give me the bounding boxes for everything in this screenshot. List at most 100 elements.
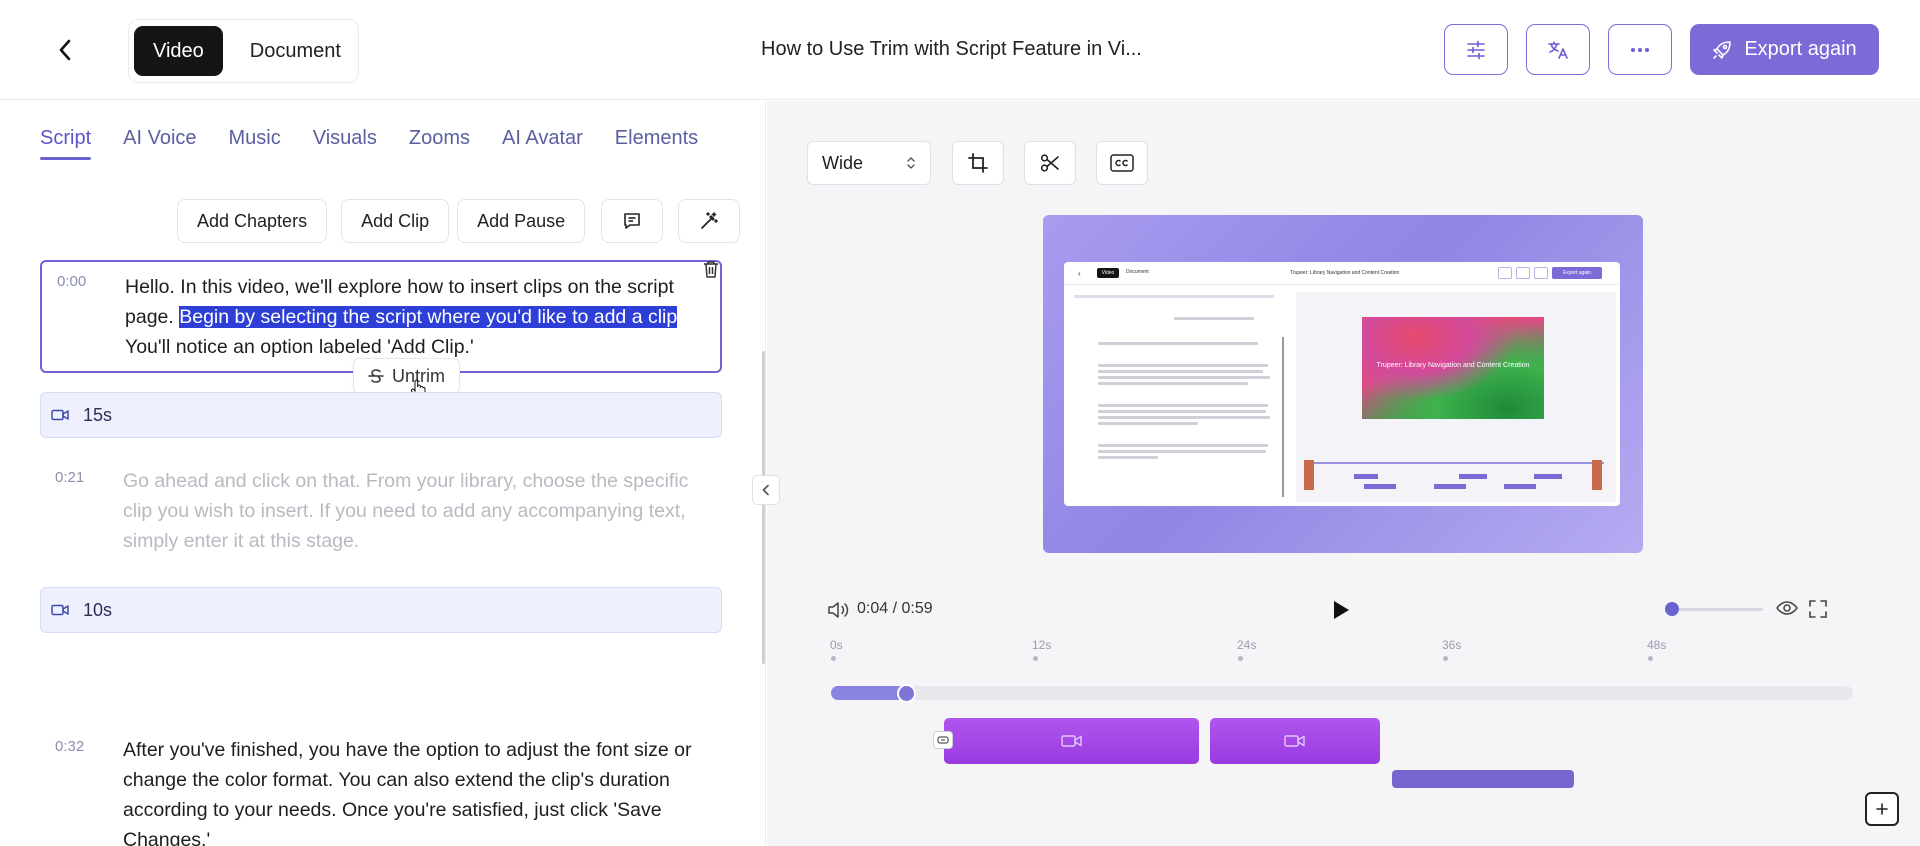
segment-text-selection[interactable]: Begin by selecting the script where you'… xyxy=(179,306,678,328)
ruler-tick: 12s xyxy=(1032,638,1052,661)
add-clip-button[interactable]: Add Clip xyxy=(341,199,450,243)
mini-tabs xyxy=(1074,295,1274,298)
segment-text[interactable]: Hello. In this video, we'll explore how … xyxy=(125,272,705,362)
tab-elements[interactable]: Elements xyxy=(615,127,698,160)
mini-button xyxy=(1498,267,1512,279)
tab-script[interactable]: Script xyxy=(40,127,92,160)
mode-document-button[interactable]: Document xyxy=(231,26,360,76)
mini-back-icon: ‹ xyxy=(1078,269,1081,278)
mini-text-line xyxy=(1098,376,1270,379)
delete-segment-button[interactable] xyxy=(700,258,722,280)
mini-clip xyxy=(1364,484,1396,489)
mini-text-line xyxy=(1098,422,1198,425)
eye-icon[interactable] xyxy=(1776,600,1798,616)
volume-slider[interactable] xyxy=(1665,602,1763,616)
chevron-left-icon xyxy=(59,39,71,61)
translate-button[interactable] xyxy=(1526,24,1590,75)
mini-clip xyxy=(1434,484,1466,489)
mini-clip xyxy=(1459,474,1487,479)
timeline-progress[interactable] xyxy=(831,684,1853,703)
playhead[interactable] xyxy=(897,684,916,703)
mini-clip xyxy=(1504,484,1536,489)
mini-text-line xyxy=(1098,370,1263,373)
strikethrough-icon xyxy=(368,369,384,383)
timeline-clip[interactable] xyxy=(944,718,1199,764)
mini-button xyxy=(1534,267,1548,279)
timeline-subclip[interactable] xyxy=(1392,770,1574,788)
cut-button[interactable] xyxy=(1024,141,1076,185)
mini-button xyxy=(1516,267,1530,279)
ruler-tick: 0s xyxy=(830,638,843,661)
video-camera-icon xyxy=(1060,735,1082,747)
segment-timestamp: 0:32 xyxy=(55,738,85,755)
untrim-button[interactable]: Untrim xyxy=(353,358,460,394)
script-segment[interactable]: 0:32 After you've finished, you have the… xyxy=(40,735,722,846)
editor-tabs: Script AI Voice Music Visuals Zooms AI A… xyxy=(40,127,698,160)
video-camera-icon xyxy=(1284,735,1305,747)
time-separator: / xyxy=(888,600,902,617)
comment-button[interactable] xyxy=(601,199,664,243)
clip-item[interactable]: 10s xyxy=(40,587,722,633)
video-camera-icon xyxy=(51,604,69,616)
segment-timestamp: 0:00 xyxy=(57,273,87,290)
tab-ai-voice[interactable]: AI Voice xyxy=(123,127,196,160)
timeline-clip[interactable] xyxy=(1210,718,1380,764)
mini-text-line xyxy=(1098,416,1270,419)
link-icon xyxy=(937,736,949,744)
mini-thumbnail-title: Trupeer: Library Navigation and Content … xyxy=(1376,362,1530,369)
volume-icon[interactable] xyxy=(827,601,849,619)
back-button[interactable] xyxy=(50,33,80,67)
magic-wand-button[interactable] xyxy=(678,199,741,243)
play-button[interactable] xyxy=(1327,597,1353,623)
mode-toggle: Video Document xyxy=(128,19,359,83)
tab-music[interactable]: Music xyxy=(229,127,281,160)
add-pause-button[interactable]: Add Pause xyxy=(457,199,586,243)
mini-text-line xyxy=(1098,444,1268,447)
script-segment[interactable]: 0:21 Go ahead and click on that. From yo… xyxy=(40,466,722,562)
captions-button[interactable] xyxy=(1096,141,1148,185)
crop-button[interactable] xyxy=(952,141,1004,185)
magic-wand-icon xyxy=(701,212,719,229)
mini-text-line xyxy=(1098,342,1258,345)
segment-text[interactable]: Go ahead and click on that. From your li… xyxy=(123,466,703,556)
clip-duration: 10s xyxy=(83,599,113,620)
more-horizontal-icon xyxy=(1631,47,1649,52)
mini-clip xyxy=(1354,474,1378,479)
video-preview[interactable]: ‹ Video Document Trupeer: Library Naviga… xyxy=(1043,215,1643,553)
fullscreen-icon[interactable] xyxy=(1809,600,1827,618)
script-scrollbar[interactable] xyxy=(762,351,765,664)
ruler-tick: 48s xyxy=(1647,638,1667,661)
tab-visuals[interactable]: Visuals xyxy=(313,127,377,160)
segment-text[interactable]: After you've finished, you have the opti… xyxy=(123,735,703,846)
mini-video-tab: Video xyxy=(1097,268,1119,278)
add-widget-button[interactable] xyxy=(1865,792,1899,826)
clip-join-icon[interactable] xyxy=(933,731,953,749)
add-chapters-button[interactable]: Add Chapters xyxy=(177,199,328,243)
collapse-panel-button[interactable] xyxy=(752,475,780,505)
project-title[interactable]: How to Use Trim with Script Feature in V… xyxy=(761,38,1142,61)
trash-icon xyxy=(704,261,718,278)
script-segment[interactable]: 0:00 Hello. In this video, we'll explore… xyxy=(40,260,722,373)
chevron-up-down-icon xyxy=(907,157,915,169)
mini-title: Trupeer: Library Navigation and Content … xyxy=(1290,270,1400,276)
message-icon xyxy=(624,213,641,229)
more-options-button[interactable] xyxy=(1608,24,1672,75)
preview-panel: Wide ‹ Video Document Trupeer: Library N… xyxy=(767,101,1920,846)
aspect-ratio-select[interactable]: Wide xyxy=(807,141,931,185)
sliders-icon xyxy=(1467,40,1485,59)
mini-divider xyxy=(1064,284,1620,285)
mini-trim-handle xyxy=(1304,460,1314,490)
mode-video-button[interactable]: Video xyxy=(134,26,223,76)
clip-item[interactable]: 15s xyxy=(40,392,722,438)
mini-thumbnail: Trupeer: Library Navigation and Content … xyxy=(1362,317,1544,419)
volume-knob[interactable] xyxy=(1665,602,1679,616)
export-button[interactable]: Export again xyxy=(1690,24,1879,75)
time-readout: 0:04 / 0:59 xyxy=(857,600,933,618)
top-bar: Video Document How to Use Trim with Scri… xyxy=(0,0,1920,100)
tab-zooms[interactable]: Zooms xyxy=(409,127,470,160)
adjust-settings-button[interactable] xyxy=(1444,24,1508,75)
mini-clip xyxy=(1534,474,1562,479)
rocket-icon xyxy=(1713,40,1732,59)
export-label: Export again xyxy=(1744,38,1857,60)
tab-ai-avatar[interactable]: AI Avatar xyxy=(502,127,583,160)
